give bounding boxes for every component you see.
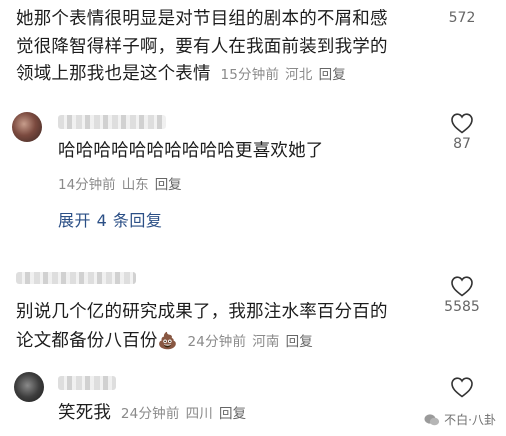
comment-2-text: 哈哈哈哈哈哈哈哈哈哈更喜欢她了	[58, 141, 324, 161]
username-blurred	[16, 272, 136, 284]
comment-1-line-3: 领域上那我也是这个表情	[16, 64, 211, 84]
username-blurred	[58, 115, 166, 129]
comment-3-reply-button[interactable]: 回复	[286, 334, 313, 350]
comment-4-like[interactable]	[436, 376, 488, 398]
avatar[interactable]	[12, 112, 42, 142]
comment-3-text: 别说几个亿的研究成果了，我那注水率百分百的 论文都备份八百份💩 24分钟前 河南回…	[16, 299, 388, 356]
comment-1-time: 15分钟前	[220, 67, 280, 83]
watermark-text: 不白·八卦	[444, 413, 496, 427]
comment-2-location: 山东	[121, 177, 149, 193]
watermark: 不白·八卦	[424, 411, 496, 428]
comment-2-reply-button[interactable]: 回复	[155, 177, 182, 193]
comment-1-text: 她那个表情很明显是对节目组的剧本的不屑和感 觉很降智得样子啊，要有人在我面前装到…	[16, 6, 388, 90]
avatar[interactable]	[14, 372, 44, 402]
comment-3-line-2: 论文都备份八百份	[16, 330, 158, 351]
comment-3-location: 河南	[252, 333, 280, 350]
comment-3-line-1: 别说几个亿的研究成果了，我那注水率百分百的	[16, 302, 388, 322]
expand-replies-label: 展开 4 条回复	[58, 211, 163, 230]
comment-4-location: 四川	[185, 406, 213, 422]
comment-1-meta: 15分钟前 河北 回复	[220, 67, 352, 83]
comment-3-like[interactable]: 5585	[436, 275, 488, 315]
comment-2-time: 14分钟前	[58, 177, 116, 193]
heart-outline-icon	[451, 377, 473, 398]
comment-1-reply-button[interactable]: 回复	[319, 67, 346, 83]
comment-1-like[interactable]: 572	[436, 10, 488, 26]
heart-outline-icon	[451, 113, 473, 134]
comment-4-reply-button[interactable]: 回复	[219, 406, 246, 422]
wechat-icon	[424, 413, 440, 425]
comment-1-line-2: 觉很降智得样子啊，要有人在我面前装到我学的	[16, 36, 388, 57]
poop-emoji-icon: 💩	[157, 330, 178, 350]
comment-2-like[interactable]: 87	[436, 112, 488, 152]
username-blurred	[58, 376, 116, 390]
comment-3-like-count: 5585	[444, 299, 480, 315]
comment-2-meta: 14分钟前 山东 回复	[58, 173, 188, 193]
comment-1-line-1: 她那个表情很明显是对节目组的剧本的不屑和感	[16, 9, 388, 29]
comment-1-like-count: 572	[448, 10, 476, 26]
comment-2-like-count: 87	[453, 136, 471, 152]
comment-3-time: 24分钟前	[187, 333, 247, 350]
comment-1-location: 河北	[285, 67, 313, 83]
comment-4-text: 笑死我 24分钟前 四川 回复	[58, 400, 252, 429]
comment-4-time: 24分钟前	[120, 406, 180, 422]
expand-replies-button[interactable]: 展开 4 条回复	[58, 207, 162, 231]
comment-4-body: 笑死我	[58, 403, 112, 423]
heart-outline-icon	[451, 276, 473, 297]
comment-4-meta: 24分钟前 四川 回复	[121, 406, 253, 422]
comment-3-meta: 24分钟前 河南 回复	[188, 334, 320, 350]
